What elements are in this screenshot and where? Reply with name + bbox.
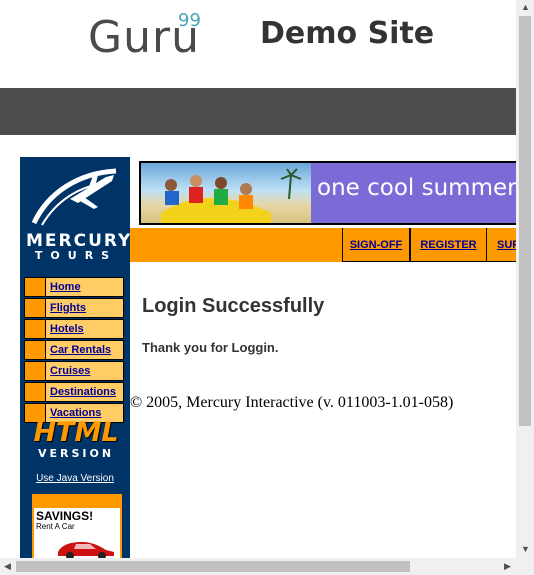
menu-link-home[interactable]: Home	[50, 281, 81, 293]
menu-bullet	[25, 341, 46, 359]
horizontal-scroll-thumb[interactable]	[16, 561, 410, 572]
menu-bullet	[25, 278, 46, 296]
register-link[interactable]: REGISTER	[420, 239, 476, 251]
support-link[interactable]: SUPPORT	[497, 239, 516, 251]
mercury-brand-text: MERCURY	[26, 231, 133, 251]
menu-bullet	[25, 383, 46, 401]
nav-sign-off[interactable]: SIGN-OFF	[342, 228, 410, 262]
thanks-message: Thank you for Loggin.	[142, 340, 279, 355]
site-title: Demo Site	[260, 16, 435, 51]
header-nav-bar	[0, 88, 516, 135]
scrollbar-corner	[516, 558, 534, 575]
summer-banner: one cool summer	[139, 161, 516, 225]
main-content: Login Successfully Thank you for Loggin.	[142, 295, 516, 355]
banner-text: one cool summer	[317, 175, 516, 201]
copyright-text: © 2005, Mercury Interactive (v. 011003-1…	[130, 394, 454, 411]
airplane-logo-icon	[31, 168, 117, 226]
menu-item-destinations[interactable]: Destinations	[24, 382, 124, 402]
savings-subtitle: Rent A Car	[36, 522, 75, 531]
horizontal-scrollbar[interactable]: ◀ ▶	[0, 558, 516, 575]
sidebar-menu: Home Flights Hotels Car Rentals Cruises …	[24, 277, 124, 424]
menu-item-flights[interactable]: Flights	[24, 298, 124, 318]
tours-brand-text: TOURS	[34, 249, 118, 262]
menu-link-cruises[interactable]: Cruises	[50, 365, 90, 377]
nav-support[interactable]: SUPPORT	[486, 228, 516, 262]
nav-register[interactable]: REGISTER	[410, 228, 487, 262]
menu-item-car-rentals[interactable]: Car Rentals	[24, 340, 124, 360]
site-header: Guru 99 Demo Site	[0, 0, 516, 88]
menu-link-flights[interactable]: Flights	[50, 302, 86, 314]
menu-bullet	[25, 299, 46, 317]
banner-photo	[141, 163, 311, 223]
menu-link-destinations[interactable]: Destinations	[50, 386, 116, 398]
guru99-logo-sup: 99	[178, 10, 201, 31]
mercury-tours-frame: MERCURY TOURS Home Flights Hotels Car Re…	[20, 157, 516, 558]
vertical-scroll-thumb[interactable]	[519, 16, 531, 426]
html-version-badge: HTML VERSION	[30, 417, 122, 461]
banner-people-image	[161, 168, 302, 223]
menu-item-cruises[interactable]: Cruises	[24, 361, 124, 381]
vertical-scrollbar[interactable]: ▲ ▼	[516, 0, 534, 560]
top-nav-bar: SIGN-OFF REGISTER SUPPORT	[130, 228, 516, 262]
scroll-left-arrow-icon[interactable]: ◀	[4, 561, 11, 572]
car-icon	[58, 542, 114, 558]
page-title: Login Successfully	[142, 295, 325, 317]
html-word: HTML	[33, 417, 119, 448]
sidebar: MERCURY TOURS Home Flights Hotels Car Re…	[20, 157, 130, 558]
scroll-down-arrow-icon[interactable]: ▼	[521, 544, 530, 554]
menu-bullet	[25, 320, 46, 338]
version-word: VERSION	[37, 447, 115, 460]
savings-title: SAVINGS!	[36, 509, 94, 523]
scroll-up-arrow-icon[interactable]: ▲	[521, 2, 530, 12]
menu-item-hotels[interactable]: Hotels	[24, 319, 124, 339]
menu-bullet	[25, 362, 46, 380]
savings-ad-header	[34, 496, 120, 508]
sign-off-link[interactable]: SIGN-OFF	[350, 239, 403, 251]
menu-link-hotels[interactable]: Hotels	[50, 323, 84, 335]
use-java-version-link[interactable]: Use Java Version	[26, 473, 124, 484]
menu-item-home[interactable]: Home	[24, 277, 124, 297]
scroll-right-arrow-icon[interactable]: ▶	[504, 561, 511, 572]
menu-link-car-rentals[interactable]: Car Rentals	[50, 344, 111, 356]
savings-ad[interactable]: SAVINGS! Rent A Car	[32, 494, 122, 558]
